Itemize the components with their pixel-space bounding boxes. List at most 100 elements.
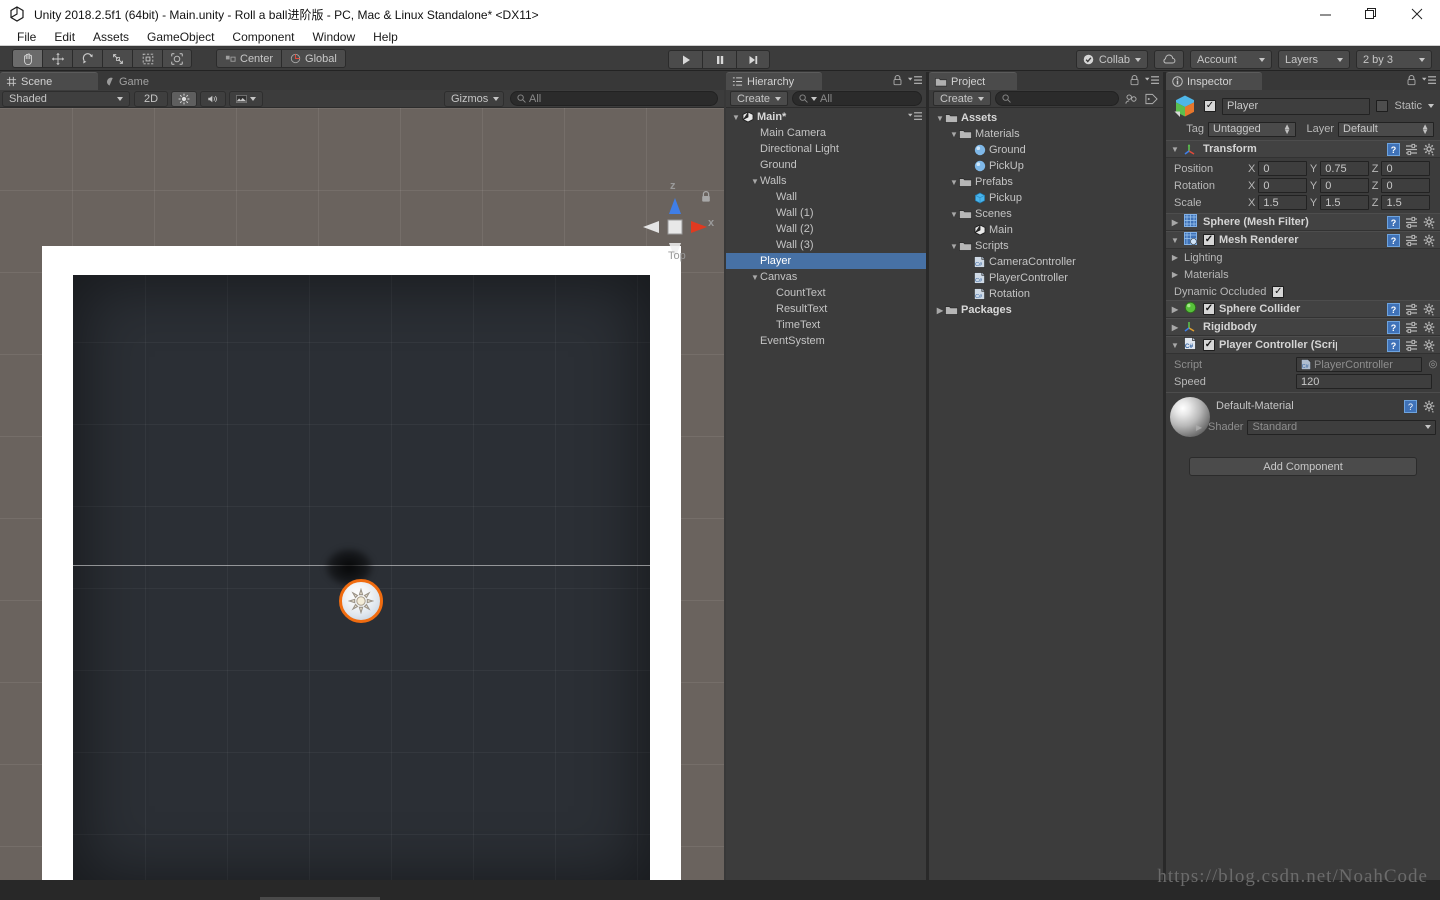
collab-button[interactable]: Collab: [1075, 50, 1148, 69]
project-item[interactable]: C# Rotation: [929, 286, 1163, 302]
component-header-mesh-renderer[interactable]: ▼ ✓ Mesh Renderer ?: [1166, 231, 1440, 249]
hierarchy-search-input[interactable]: All: [792, 91, 922, 106]
hierarchy-item[interactable]: Directional Light: [726, 141, 926, 157]
toggle-2d-button[interactable]: 2D: [134, 90, 168, 107]
project-item[interactable]: Main: [929, 222, 1163, 238]
scene-effects-toggle[interactable]: [229, 90, 263, 107]
scene-lighting-toggle[interactable]: [171, 90, 197, 107]
hierarchy-item[interactable]: EventSystem: [726, 333, 926, 349]
gear-icon[interactable]: [1423, 234, 1436, 247]
help-icon[interactable]: ?: [1387, 215, 1400, 229]
shader-foldout-triangle[interactable]: ▶: [1194, 423, 1204, 432]
tag-dropdown[interactable]: Untagged ▲ ▼: [1208, 121, 1296, 137]
transform-scale-z-input[interactable]: 1.5: [1381, 195, 1431, 210]
player-controller-foldout-triangle[interactable]: ▼: [1170, 341, 1180, 350]
project-search-input[interactable]: [995, 91, 1119, 106]
sphere-collider-foldout-triangle[interactable]: ▶: [1170, 305, 1180, 314]
panel-menu-icon[interactable]: [908, 75, 922, 86]
minimize-button[interactable]: [1302, 0, 1348, 28]
hierarchy-item[interactable]: CountText: [726, 285, 926, 301]
project-create-button[interactable]: Create: [933, 91, 992, 106]
transform-position-z-input[interactable]: 0: [1381, 161, 1431, 176]
hierarchy-item[interactable]: TimeText: [726, 317, 926, 333]
tab-scene[interactable]: Scene: [0, 72, 98, 90]
hierarchy-item[interactable]: Wall (2): [726, 221, 926, 237]
object-name-field[interactable]: Player: [1222, 97, 1371, 115]
component-header-player-controller[interactable]: ▼ C# ✓ Player Controller (Scrip ?: [1166, 336, 1440, 354]
layout-button[interactable]: 2 by 3: [1356, 50, 1432, 69]
help-icon[interactable]: ?: [1404, 399, 1417, 413]
preset-icon[interactable]: [1405, 321, 1418, 334]
gear-icon[interactable]: [1423, 339, 1436, 352]
tab-project[interactable]: Project: [929, 72, 1017, 90]
account-button[interactable]: Account: [1190, 50, 1272, 69]
menu-edit[interactable]: Edit: [45, 28, 84, 46]
sphere-collider-enabled-checkbox[interactable]: ✓: [1203, 303, 1215, 315]
expand-triangle[interactable]: ▼: [949, 242, 959, 251]
scene-root-expand-triangle[interactable]: ▼: [731, 113, 741, 122]
project-item[interactable]: C# CameraController: [929, 254, 1163, 270]
hierarchy-item[interactable]: ▼ Walls: [726, 173, 926, 189]
help-icon[interactable]: ?: [1387, 233, 1400, 247]
close-button[interactable]: [1394, 0, 1440, 28]
help-icon[interactable]: ?: [1387, 302, 1400, 316]
gear-icon[interactable]: [1423, 303, 1436, 316]
transform-tool-icon[interactable]: [162, 49, 192, 68]
transform-foldout-triangle[interactable]: ▼: [1170, 145, 1180, 154]
hierarchy-item[interactable]: Wall (1): [726, 205, 926, 221]
project-item[interactable]: ▼ Materials: [929, 126, 1163, 142]
expand-triangle[interactable]: ▼: [949, 178, 959, 187]
help-icon[interactable]: ?: [1387, 142, 1400, 156]
speed-input[interactable]: 120: [1296, 374, 1432, 389]
gear-icon[interactable]: [1423, 216, 1436, 229]
shading-mode-dropdown[interactable]: Shaded: [2, 90, 130, 107]
tab-hierarchy[interactable]: Hierarchy: [726, 72, 822, 90]
hierarchy-item[interactable]: ▼ Canvas: [726, 269, 926, 285]
hierarchy-item[interactable]: Player: [726, 253, 926, 269]
pivot-mode-button[interactable]: Center: [216, 49, 282, 68]
scale-tool-icon[interactable]: [102, 49, 132, 68]
play-button[interactable]: [668, 50, 702, 69]
space-mode-button[interactable]: Global: [281, 49, 346, 68]
transform-position-y-input[interactable]: 0.75: [1320, 161, 1369, 176]
project-filter-by-type-icon[interactable]: [1123, 93, 1139, 105]
move-tool-icon[interactable]: [42, 49, 72, 68]
gear-icon[interactable]: [1423, 400, 1436, 413]
project-item[interactable]: ▼ Scripts: [929, 238, 1163, 254]
scene-lock-icon[interactable]: [700, 190, 712, 206]
transform-rotation-y-input[interactable]: 0: [1320, 178, 1369, 193]
lock-icon[interactable]: [1129, 74, 1140, 86]
materials-foldout-triangle[interactable]: ▶: [1170, 270, 1180, 279]
help-icon[interactable]: ?: [1387, 338, 1400, 352]
expand-triangle[interactable]: ▼: [935, 114, 945, 123]
project-item[interactable]: Ground: [929, 142, 1163, 158]
scene-context-menu-icon[interactable]: [908, 111, 922, 122]
object-enabled-checkbox[interactable]: ✓: [1204, 100, 1216, 112]
static-dropdown-icon[interactable]: [1428, 104, 1434, 108]
preset-icon[interactable]: [1405, 234, 1418, 247]
preset-icon[interactable]: [1405, 216, 1418, 229]
menu-gameobject[interactable]: GameObject: [138, 28, 223, 46]
component-header-sphere-collider[interactable]: ▶ ✓ Sphere Collider ?: [1166, 300, 1440, 318]
lighting-foldout-triangle[interactable]: ▶: [1170, 253, 1180, 262]
project-item[interactable]: PickUp: [929, 158, 1163, 174]
project-filter-by-label-icon[interactable]: [1143, 93, 1159, 105]
panel-menu-icon[interactable]: [1145, 75, 1159, 86]
component-header-mesh-filter[interactable]: ▶ Sphere (Mesh Filter) ?: [1166, 213, 1440, 231]
scene-audio-toggle[interactable]: [200, 90, 226, 107]
menu-file[interactable]: File: [8, 28, 45, 46]
mesh-renderer-materials-foldout[interactable]: ▶ Materials: [1166, 266, 1440, 283]
mesh-renderer-enabled-checkbox[interactable]: ✓: [1203, 234, 1215, 246]
hierarchy-item[interactable]: ResultText: [726, 301, 926, 317]
expand-triangle[interactable]: ▼: [949, 130, 959, 139]
layers-button[interactable]: Layers: [1278, 50, 1350, 69]
transform-position-x-input[interactable]: 0: [1258, 161, 1307, 176]
menu-component[interactable]: Component: [223, 28, 303, 46]
tab-game[interactable]: Game: [98, 72, 176, 90]
gear-icon[interactable]: [1423, 321, 1436, 334]
rigidbody-foldout-triangle[interactable]: ▶: [1170, 323, 1180, 332]
lock-icon[interactable]: [1406, 74, 1417, 86]
transform-rotation-x-input[interactable]: 0: [1258, 178, 1307, 193]
project-item[interactable]: ▶ Packages: [929, 302, 1163, 318]
gizmos-dropdown[interactable]: Gizmos: [444, 90, 504, 107]
